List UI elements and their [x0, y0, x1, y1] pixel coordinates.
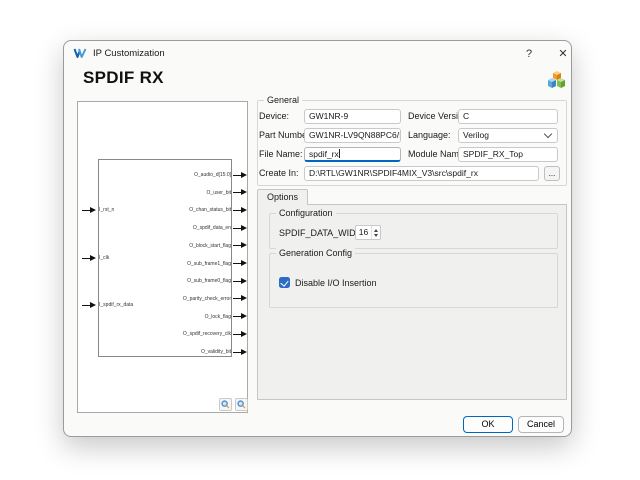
disable-io-checkbox[interactable]: [279, 277, 290, 288]
general-group-label: General: [264, 95, 302, 105]
spdif-data-width-value: 16: [356, 226, 371, 239]
port-arrow: [82, 255, 96, 262]
zoom-in-button[interactable]: [219, 398, 232, 411]
browse-button[interactable]: ...: [544, 166, 560, 181]
output-port: O_user_bit: [99, 189, 247, 197]
port-label: I_clk: [99, 255, 109, 261]
output-port: O_lock_flag: [99, 313, 247, 321]
module-name-field[interactable]: SPDIF_RX_Top: [458, 147, 558, 162]
output-port: O_spdif_data_en: [99, 224, 247, 232]
port-arrow: [233, 242, 247, 249]
port-arrow: [233, 225, 247, 232]
port-arrow: [82, 302, 96, 309]
output-port: O_block_start_flag: [99, 242, 247, 250]
language-label: Language:: [408, 128, 451, 143]
help-button[interactable]: ?: [516, 44, 542, 62]
configuration-group: Configuration SPDIF_DATA_WIDTH: 16: [269, 213, 558, 249]
title-bar[interactable]: IP Customization ? ✕: [64, 41, 571, 65]
port-label: O_chan_status_bit: [189, 207, 231, 213]
output-port: O_chan_status_bit: [99, 206, 247, 214]
block-diagram-panel: O_audio_d[15:0] O_user_bit O_chan_status_b…: [77, 101, 248, 413]
port-arrow: [233, 260, 247, 267]
port-label: O_audio_d[15:0]: [194, 172, 231, 178]
spinner-down-icon[interactable]: [374, 234, 378, 237]
spdif-data-width-spinner[interactable]: 16: [355, 225, 381, 240]
ip-customization-dialog: IP Customization ? ✕ SPDIF RX O_audio_d[…: [63, 40, 572, 437]
port-label: O_user_bit: [207, 190, 231, 196]
port-label: O_sub_frame0_flag: [187, 278, 231, 284]
disable-io-label: Disable I/O Insertion: [295, 278, 377, 288]
output-port: O_sub_frame0_flag: [99, 277, 247, 285]
file-name-value: spdif_rx: [309, 149, 339, 159]
port-label: O_sub_frame1_flag: [187, 261, 231, 267]
generation-config-group-label: Generation Config: [276, 248, 355, 258]
device-label: Device:: [259, 109, 289, 124]
port-label: O_spdif_data_en: [193, 225, 231, 231]
cancel-button[interactable]: Cancel: [518, 416, 564, 433]
ip-core-cubes-icon: [545, 69, 567, 90]
port-label: I_rst_n: [99, 207, 114, 213]
output-port: O_validity_bit: [99, 348, 247, 356]
file-name-input[interactable]: spdif_rx: [304, 147, 401, 162]
input-port: I_spdif_rx_data: [82, 301, 133, 309]
output-port: O_sub_frame1_flag: [99, 260, 247, 268]
input-port: I_rst_n: [82, 206, 114, 214]
text-cursor: [339, 149, 340, 158]
page-title: SPDIF RX: [83, 68, 164, 88]
create-in-label: Create In:: [259, 166, 299, 181]
port-arrow: [233, 278, 247, 285]
create-in-field[interactable]: D:\RTL\GW1NR\SPDIF4MIX_V3\src\spdif_rx: [304, 166, 539, 181]
close-button[interactable]: ✕: [550, 44, 576, 62]
port-label: O_parity_check_error: [183, 296, 231, 302]
configuration-group-label: Configuration: [276, 208, 336, 218]
port-label: O_block_start_flag: [189, 243, 231, 249]
port-label: O_validity_bit: [201, 349, 231, 355]
input-port: I_clk: [82, 254, 109, 262]
output-port: O_spdif_recovery_clk: [99, 330, 247, 338]
generation-config-group: Generation Config Disable I/O Insertion: [269, 253, 558, 308]
device-version-field[interactable]: C: [458, 109, 558, 124]
language-select[interactable]: Verilog: [458, 128, 558, 143]
port-arrow: [233, 172, 247, 179]
port-label: O_spdif_recovery_clk: [183, 331, 231, 337]
language-value: Verilog: [463, 129, 489, 142]
file-name-label: File Name:: [259, 147, 303, 162]
disable-io-row[interactable]: Disable I/O Insertion: [279, 277, 377, 288]
port-arrow: [233, 207, 247, 214]
port-arrow: [82, 207, 96, 214]
spinner-up-icon[interactable]: [374, 229, 378, 232]
port-arrow: [233, 189, 247, 196]
gowin-logo-icon: [73, 46, 87, 60]
options-pane: Configuration SPDIF_DATA_WIDTH: 16 Gener…: [257, 204, 567, 400]
port-label: O_lock_flag: [205, 314, 231, 320]
spinner-arrows[interactable]: [371, 226, 380, 239]
port-label: I_spdif_rx_data: [99, 302, 133, 308]
zoom-out-button[interactable]: [235, 398, 248, 411]
tab-options[interactable]: Options: [257, 189, 308, 205]
part-number-field[interactable]: GW1NR-LV9QN88PC6/I5: [304, 128, 401, 143]
port-arrow: [233, 295, 247, 302]
output-port: O_audio_d[15:0]: [99, 171, 247, 179]
spdif-block: O_audio_d[15:0] O_user_bit O_chan_status_b…: [98, 159, 232, 357]
port-arrow: [233, 313, 247, 320]
port-arrow: [233, 331, 247, 338]
ok-button[interactable]: OK: [463, 416, 513, 433]
check-icon: [280, 278, 288, 287]
chevron-down-icon: [544, 130, 552, 138]
port-arrow: [233, 349, 247, 356]
device-field[interactable]: GW1NR-9: [304, 109, 401, 124]
window-title: IP Customization: [93, 48, 165, 59]
